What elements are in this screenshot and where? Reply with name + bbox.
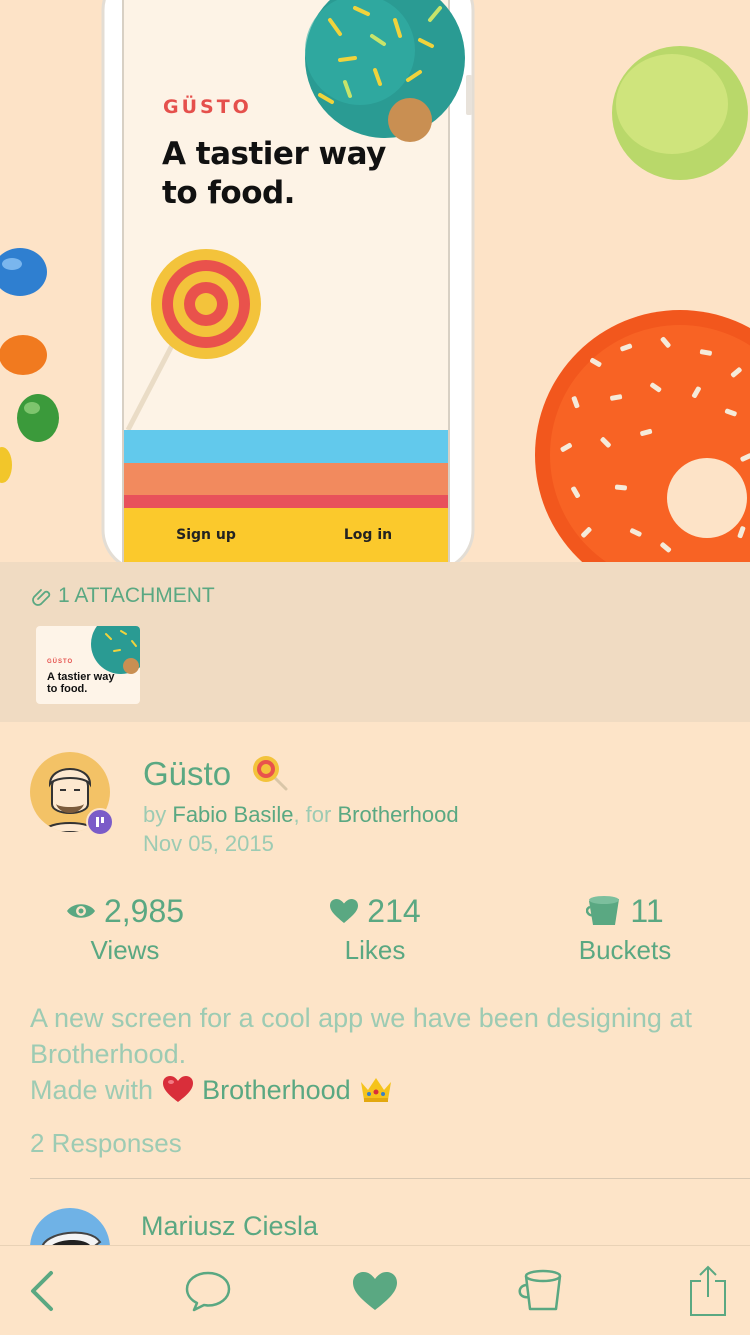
author-link[interactable]: Fabio Basile: [172, 802, 293, 827]
shot-description: A new screen for a cool app we have been…: [30, 1000, 730, 1108]
back-button[interactable]: [2, 1246, 82, 1335]
views-count: 2,985: [103, 892, 185, 929]
like-icon: [353, 1271, 397, 1310]
made-with-label: Made with: [30, 1075, 154, 1105]
thumbnail-tagline: A tastier way to food.: [47, 671, 115, 695]
shot-title: Güsto: [143, 755, 232, 792]
byline-prefix: by: [143, 802, 167, 827]
comment-icon: [185, 1271, 231, 1311]
share-button[interactable]: [668, 1246, 748, 1335]
heart-icon: [330, 899, 359, 923]
made-with-line: Made with Brotherhood: [30, 1072, 730, 1108]
back-icon: [31, 1270, 53, 1311]
attachments-header: 1 ATTACHMENT: [30, 584, 215, 608]
pro-badge-icon: [86, 808, 114, 836]
comment-author[interactable]: Mariusz Ciesla: [141, 1211, 318, 1242]
likes-stat[interactable]: 214 Likes: [250, 893, 500, 966]
byline: by Fabio Basile, for Brotherhood: [143, 802, 459, 828]
description-text: A new screen for a cool app we have been…: [30, 1003, 692, 1069]
share-icon: [690, 1265, 726, 1316]
likes-count: 214: [367, 892, 421, 929]
likes-label: Likes: [344, 935, 406, 965]
made-with-link[interactable]: Brotherhood: [202, 1075, 351, 1105]
app-brand: GÜSTO: [163, 96, 252, 118]
attachments-section: 1 ATTACHMENT GÜSTO A tastier way to food…: [0, 562, 750, 722]
heart-emoji-icon: [162, 1076, 193, 1102]
eye-icon: [66, 904, 95, 918]
login-label: Log in: [343, 527, 393, 543]
crown-icon: [361, 1078, 392, 1102]
views-stat[interactable]: 2,985 Views: [0, 893, 250, 966]
team-link[interactable]: Brotherhood: [337, 802, 458, 827]
attachment-thumbnail[interactable]: GÜSTO A tastier way to food.: [36, 626, 140, 704]
buckets-count: 11: [630, 892, 664, 929]
like-button[interactable]: [335, 1246, 415, 1335]
views-label: Views: [90, 935, 160, 965]
bucket-icon: [518, 1269, 562, 1310]
buckets-label: Buckets: [578, 935, 672, 965]
buckets-stat[interactable]: 11 Buckets: [500, 893, 750, 966]
shot-artwork: [0, 0, 750, 562]
bucket-icon: [586, 896, 620, 925]
app-tagline: A tastier way to food.: [162, 136, 386, 211]
comment-button[interactable]: [168, 1246, 248, 1335]
bucket-button[interactable]: [500, 1246, 580, 1335]
responses-divider: [30, 1178, 750, 1179]
responses-title: 2 Responses: [30, 1128, 182, 1158]
bottom-toolbar: [0, 1245, 750, 1335]
thumbnail-brand: GÜSTO: [47, 659, 74, 665]
shot-date: Nov 05, 2015: [143, 831, 274, 856]
shot-image[interactable]: GÜSTO A tastier way to food. Sign up Log…: [0, 0, 750, 562]
lollipop-icon: [250, 753, 290, 798]
attachments-count-label: 1 ATTACHMENT: [58, 584, 215, 607]
paperclip-icon: [32, 589, 51, 606]
signup-label: Sign up: [176, 527, 236, 543]
team-prefix: , for: [293, 802, 332, 827]
